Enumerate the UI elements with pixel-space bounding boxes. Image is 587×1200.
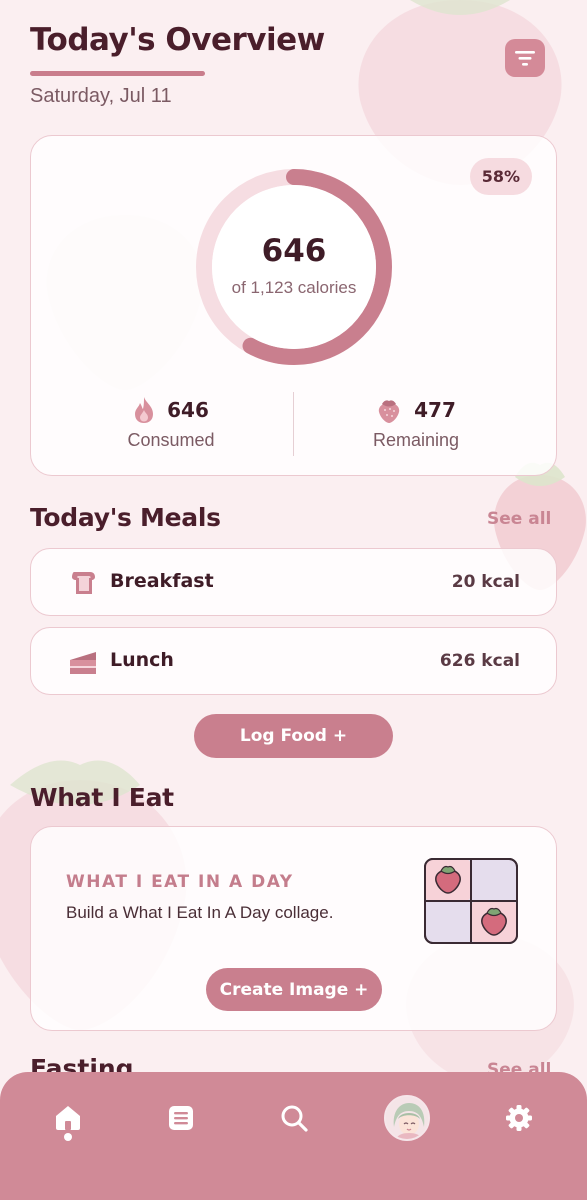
meal-kcal: 20 kcal bbox=[451, 572, 520, 592]
nav-search[interactable] bbox=[270, 1094, 318, 1142]
meal-kcal: 626 kcal bbox=[439, 651, 520, 671]
meal-row-lunch[interactable]: Lunch 626 kcal bbox=[30, 627, 557, 695]
meal-name: Lunch bbox=[110, 649, 174, 671]
home-icon bbox=[56, 1106, 80, 1130]
what-i-eat-card: WHAT I EAT IN A DAY Build a What I Eat I… bbox=[30, 826, 557, 1031]
strawberry-icon bbox=[378, 400, 400, 423]
consumed-label: Consumed bbox=[127, 430, 215, 450]
consumed-stat: 646 Consumed bbox=[51, 396, 291, 451]
toast-icon bbox=[72, 572, 95, 594]
meal-name: Breakfast bbox=[110, 570, 214, 592]
list-icon bbox=[169, 1106, 193, 1130]
meal-row-breakfast[interactable]: Breakfast 20 kcal bbox=[30, 548, 557, 616]
what-i-eat-card-description: Build a What I Eat In A Day collage. bbox=[66, 903, 334, 922]
calorie-summary-card: 58% 646 of 1,123 calories 646 Consumed 4… bbox=[30, 135, 557, 476]
nav-settings[interactable] bbox=[495, 1094, 543, 1142]
what-i-eat-card-heading: WHAT I EAT IN A DAY bbox=[66, 872, 294, 892]
page-title: Today's Overview bbox=[30, 22, 325, 58]
collage-grid-icon bbox=[424, 858, 518, 944]
nav-active-indicator bbox=[64, 1133, 72, 1141]
stat-divider bbox=[293, 392, 294, 456]
filter-icon bbox=[515, 51, 535, 66]
app-screen: Today's Overview Saturday, Jul 11 58% 64… bbox=[0, 0, 587, 1200]
percent-badge: 58% bbox=[469, 158, 532, 195]
date-label: Saturday, Jul 11 bbox=[30, 85, 172, 107]
create-image-button[interactable]: Create Image + bbox=[206, 968, 382, 1011]
remaining-label: Remaining bbox=[372, 430, 460, 450]
calories-total-label: of 1,123 calories bbox=[231, 278, 357, 297]
nav-profile[interactable] bbox=[383, 1094, 431, 1142]
cake-slice-icon bbox=[70, 652, 96, 674]
search-icon bbox=[281, 1105, 308, 1132]
gear-icon bbox=[506, 1105, 532, 1131]
what-i-eat-section-title: What I Eat bbox=[30, 783, 174, 812]
filter-button[interactable] bbox=[505, 39, 545, 77]
avatar-image bbox=[386, 1097, 428, 1139]
remaining-stat: 477 Remaining bbox=[296, 396, 536, 451]
log-food-button[interactable]: Log Food + bbox=[194, 714, 393, 758]
title-underline bbox=[30, 71, 205, 76]
avatar bbox=[384, 1095, 430, 1141]
nav-log[interactable] bbox=[157, 1094, 205, 1142]
remaining-value: 477 bbox=[414, 398, 456, 422]
calories-consumed-value: 646 bbox=[261, 233, 327, 269]
bottom-nav-bar bbox=[0, 1072, 587, 1200]
meals-section-title: Today's Meals bbox=[30, 503, 221, 532]
consumed-value: 646 bbox=[167, 398, 209, 422]
meals-see-all-link[interactable]: See all bbox=[487, 509, 551, 529]
flame-icon bbox=[135, 397, 154, 423]
